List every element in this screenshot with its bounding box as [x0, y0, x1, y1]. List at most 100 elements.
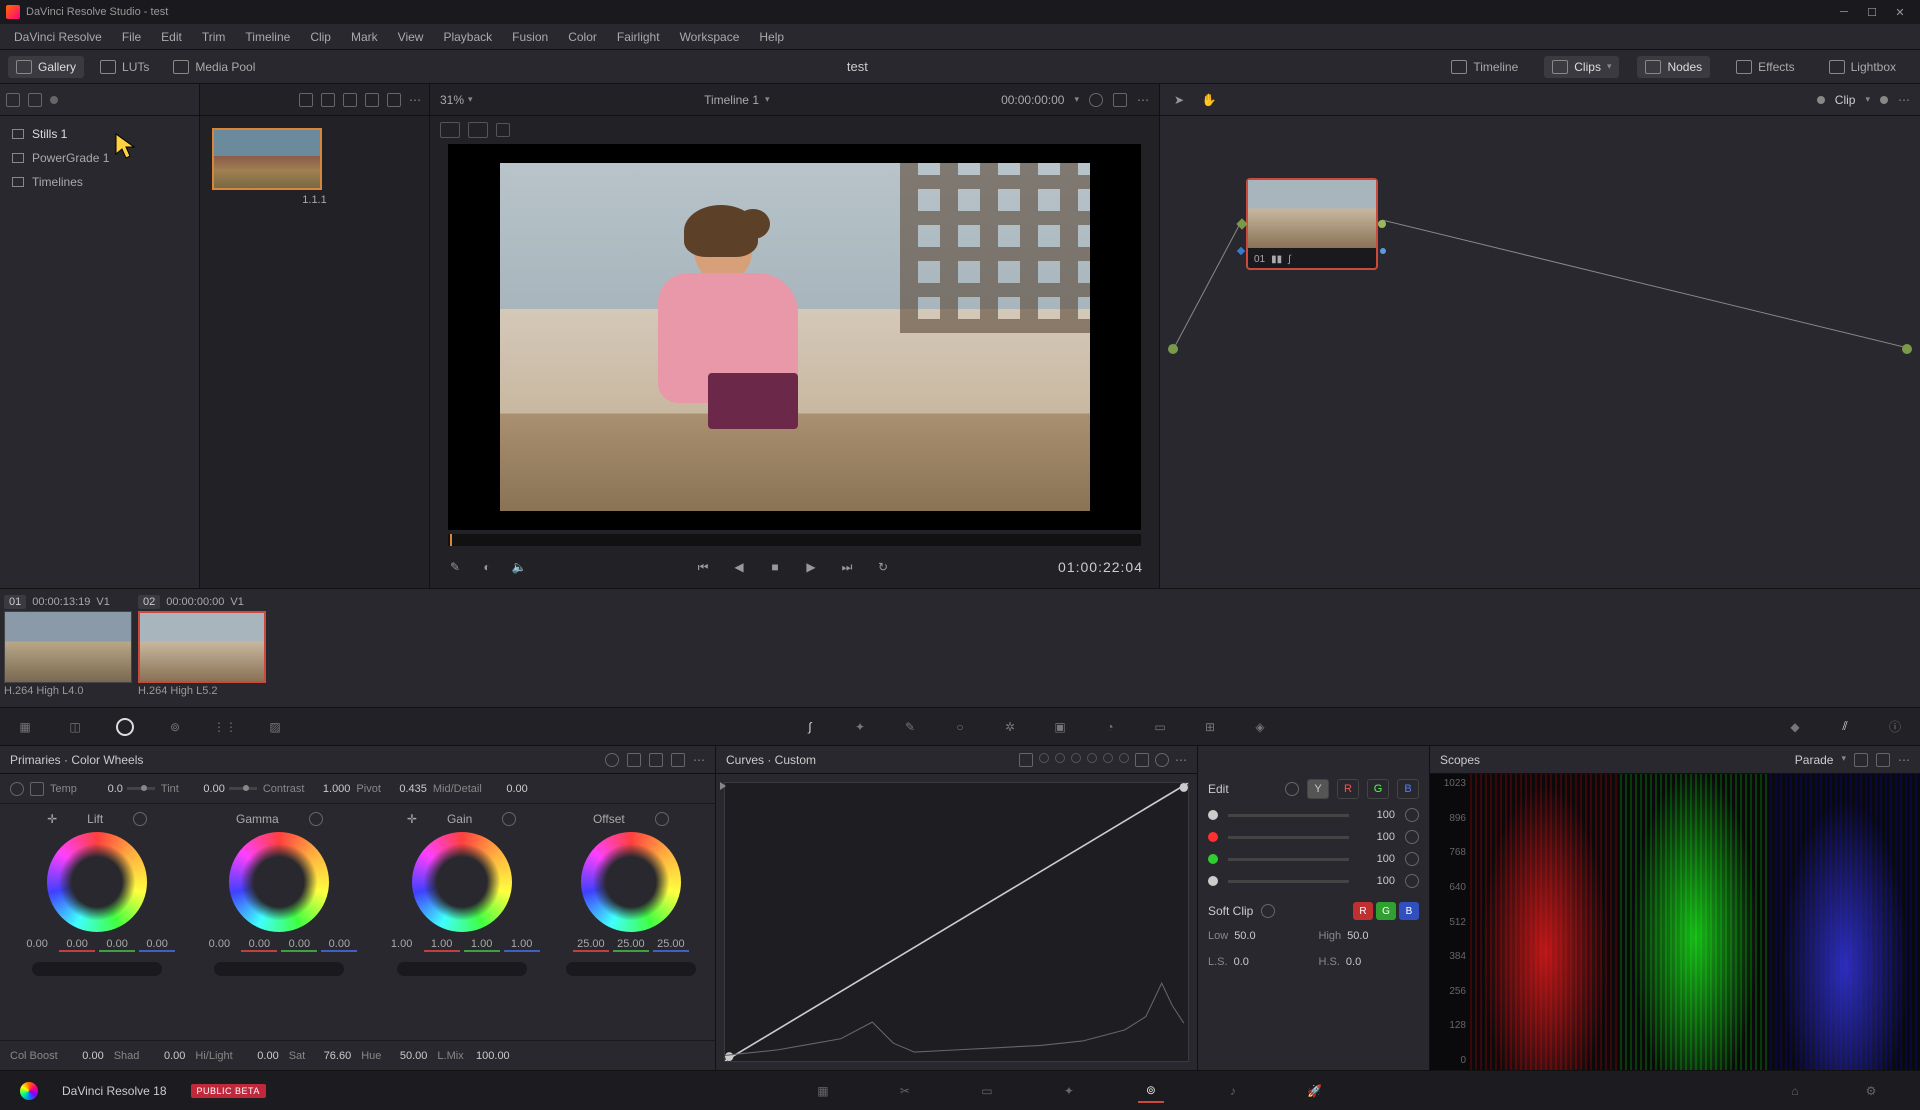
sizing-palette-icon[interactable]: ⊞ [1199, 717, 1221, 737]
curves-graph[interactable] [716, 774, 1197, 1070]
keyframes-palette-icon[interactable]: ◆ [1784, 717, 1806, 737]
stop-button[interactable]: ■ [766, 559, 784, 575]
clip-01[interactable]: 0100:00:13:19V1 H.264 High L4.0 [4, 595, 132, 701]
gallery-record-icon[interactable] [50, 96, 58, 104]
softclip-r-button[interactable]: R [1353, 902, 1373, 920]
clips-toggle[interactable]: Clips▾ [1544, 56, 1619, 78]
node-01[interactable]: 01▮▮∫ [1246, 178, 1378, 270]
link-icon[interactable] [1261, 904, 1275, 918]
search-icon[interactable] [365, 93, 379, 107]
split-screen-icon[interactable] [468, 122, 488, 138]
key-palette-icon[interactable]: ▭ [1149, 717, 1171, 737]
red-intensity-slider[interactable] [1228, 836, 1349, 839]
offset-color-wheel[interactable] [581, 832, 681, 932]
settings-button[interactable]: ⚙ [1858, 1079, 1884, 1103]
red-intensity-value[interactable]: 100 [1359, 831, 1395, 843]
current-timecode[interactable]: 01:00:22:04 [1058, 559, 1143, 575]
mode-dot[interactable] [1119, 753, 1129, 763]
cut-page-button[interactable]: ✂ [892, 1079, 918, 1103]
rgb-mixer-palette-icon[interactable]: ⋮⋮ [214, 717, 236, 737]
colboost-value[interactable]: 0.00 [62, 1050, 104, 1062]
lmix-value[interactable]: 100.00 [468, 1050, 510, 1062]
tint-slider[interactable] [229, 787, 257, 790]
lift-y-value[interactable]: 0.00 [19, 938, 55, 952]
lift-g-value[interactable]: 0.00 [99, 938, 135, 952]
mask-view-icon[interactable]: ◐ [478, 559, 496, 575]
mute-icon[interactable]: 🔈 [510, 559, 528, 575]
bypass-icon[interactable] [1089, 93, 1103, 107]
more-icon[interactable]: ⋯ [1175, 753, 1187, 767]
luts-toggle[interactable]: LUTs [92, 56, 157, 78]
source-node-dot[interactable] [1168, 344, 1178, 354]
window-palette-icon[interactable]: ○ [949, 717, 971, 737]
edit-page-button[interactable]: ▭ [974, 1079, 1000, 1103]
curves-mode-icon[interactable] [1019, 753, 1033, 767]
channel-r-button[interactable]: R [1337, 779, 1359, 799]
auto-balance-icon[interactable] [10, 782, 24, 796]
playhead[interactable] [450, 534, 452, 546]
menu-trim[interactable]: Trim [192, 26, 236, 48]
menu-fairlight[interactable]: Fairlight [607, 26, 670, 48]
fusion-page-button[interactable]: ✦ [1056, 1079, 1082, 1103]
menu-edit[interactable]: Edit [151, 26, 192, 48]
image-wipe-icon[interactable] [440, 122, 460, 138]
menu-playback[interactable]: Playback [433, 26, 502, 48]
play-button[interactable]: ▶ [802, 559, 820, 575]
gallery-layout-icon[interactable] [6, 93, 20, 107]
node-output-alpha-dot[interactable] [1380, 248, 1386, 254]
gamma-color-wheel[interactable] [229, 832, 329, 932]
scrub-bar[interactable] [448, 534, 1141, 546]
deliver-page-button[interactable]: 🚀 [1302, 1079, 1328, 1103]
expand-icon[interactable] [1135, 753, 1149, 767]
media-page-button[interactable]: ▦ [810, 1079, 836, 1103]
wheels-mode-icon[interactable] [605, 753, 619, 767]
prev-frame-button[interactable]: ◀ [730, 559, 748, 575]
blur-palette-icon[interactable]: ◔ [1099, 717, 1121, 737]
ls-value[interactable]: 0.0 [1234, 956, 1249, 968]
menu-davinci-resolve[interactable]: DaVinci Resolve [4, 26, 112, 48]
pointer-tool-icon[interactable]: ➤ [1170, 92, 1188, 108]
home-button[interactable]: ⌂ [1782, 1079, 1808, 1103]
middetail-value[interactable]: 0.00 [486, 783, 528, 795]
blue-intensity-value[interactable]: 100 [1359, 875, 1395, 887]
gallery-toggle[interactable]: Gallery [8, 56, 84, 78]
menu-file[interactable]: File [112, 26, 151, 48]
picker-icon[interactable]: ✛ [407, 812, 417, 826]
gallery-item-powergrade-1[interactable]: PowerGrade 1 [0, 146, 199, 170]
media-pool-toggle[interactable]: Media Pool [165, 56, 263, 78]
channel-b-button[interactable]: B [1397, 779, 1419, 799]
full-screen-icon[interactable] [1113, 93, 1127, 107]
zoom-dropdown[interactable]: 31%▾ [440, 93, 473, 107]
last-frame-button[interactable]: ⏭ [838, 559, 856, 575]
effects-toggle[interactable]: Effects [1728, 56, 1802, 78]
expand-icon[interactable] [1876, 753, 1890, 767]
menu-help[interactable]: Help [749, 26, 794, 48]
timecode-in[interactable]: 00:00:00:00 [1001, 93, 1064, 107]
bars-mode-icon[interactable] [627, 753, 641, 767]
mode-dot[interactable] [1103, 753, 1113, 763]
sat-value[interactable]: 76.60 [309, 1050, 351, 1062]
picker-icon[interactable] [30, 782, 44, 796]
maximize-button[interactable]: ☐ [1858, 2, 1886, 22]
more-icon[interactable]: ⋯ [693, 753, 705, 767]
high-value[interactable]: 50.0 [1347, 930, 1368, 942]
motion-effects-palette-icon[interactable]: ▨ [264, 717, 286, 737]
mode-dot[interactable] [1087, 753, 1097, 763]
gamma-g-value[interactable]: 0.00 [281, 938, 317, 952]
more-icon[interactable]: ⋯ [1898, 93, 1910, 107]
still-thumbnail[interactable]: 1.1.1 [212, 128, 417, 206]
menu-view[interactable]: View [388, 26, 434, 48]
luma-intensity-value[interactable]: 100 [1359, 809, 1395, 821]
log-mode-icon[interactable] [649, 753, 663, 767]
grid-view-icon[interactable] [321, 93, 335, 107]
output-node-dot[interactable] [1902, 344, 1912, 354]
viewer-stage[interactable] [448, 144, 1141, 530]
sort-icon[interactable] [299, 93, 313, 107]
offset-g-value[interactable]: 25.00 [613, 938, 649, 952]
node-clip-dropdown[interactable]: Clip [1835, 93, 1856, 107]
tracker-palette-icon[interactable]: ✲ [999, 717, 1021, 737]
expand-icon[interactable] [387, 93, 401, 107]
hs-value[interactable]: 0.0 [1346, 956, 1361, 968]
gallery-mode-icon[interactable] [28, 93, 42, 107]
reset-icon[interactable] [1405, 874, 1419, 888]
